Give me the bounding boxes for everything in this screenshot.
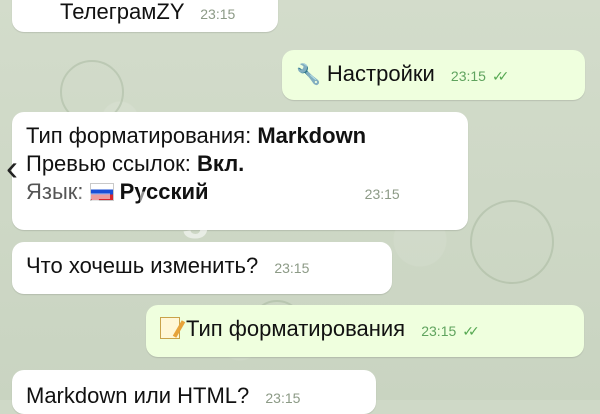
setting-line-preview: Превью ссылок: Вкл. bbox=[26, 150, 454, 178]
setting-label: Превью ссылок: bbox=[26, 151, 198, 176]
message-time: 23:15 bbox=[421, 323, 457, 339]
setting-line-format: Тип форматирования: Markdown bbox=[26, 122, 454, 150]
message-time: 23:15 bbox=[200, 6, 236, 22]
russian-flag-icon bbox=[89, 183, 114, 201]
message-text: Тип форматирования bbox=[186, 316, 406, 341]
setting-value: Markdown bbox=[257, 123, 367, 148]
back-arrow-icon[interactable]: ‹ bbox=[0, 148, 24, 188]
message-time: 23:15 bbox=[364, 186, 400, 202]
incoming-message[interactable]: Что хочешь изменить? 23:15 bbox=[12, 242, 392, 294]
setting-value: Русский bbox=[119, 179, 209, 204]
setting-value: Вкл. bbox=[197, 151, 245, 176]
incoming-message[interactable]: ТелеграмZY 23:15 bbox=[12, 0, 278, 32]
wrench-icon: 🔧 bbox=[296, 64, 321, 86]
setting-line-language: Язык: Русский 23:15 bbox=[26, 178, 454, 208]
setting-label: Тип форматирования: bbox=[26, 123, 258, 148]
message-text: ТелеграмZY bbox=[60, 0, 185, 24]
message-text: Настройки bbox=[326, 61, 435, 86]
message-text: Что хочешь изменить? bbox=[26, 253, 259, 278]
incoming-message[interactable]: Тип форматирования: Markdown Превью ссыл… bbox=[12, 112, 468, 230]
outgoing-message[interactable]: 🔧 Настройки 23:15 ✓✓ bbox=[282, 50, 585, 100]
memo-icon bbox=[160, 317, 180, 339]
background-doodle bbox=[470, 200, 554, 284]
message-time: 23:15 bbox=[450, 68, 486, 84]
read-ticks-icon: ✓✓ bbox=[462, 323, 480, 339]
message-time: 23:15 bbox=[274, 260, 310, 276]
incoming-message[interactable]: Markdown или HTML? 23:15 bbox=[12, 370, 376, 414]
setting-label: Язык: bbox=[26, 179, 90, 204]
outgoing-message[interactable]: Тип форматирования 23:15 ✓✓ bbox=[146, 305, 584, 357]
message-time: 23:15 bbox=[265, 390, 301, 406]
read-ticks-icon: ✓✓ bbox=[491, 68, 510, 84]
message-text: Markdown или HTML? bbox=[26, 383, 250, 408]
